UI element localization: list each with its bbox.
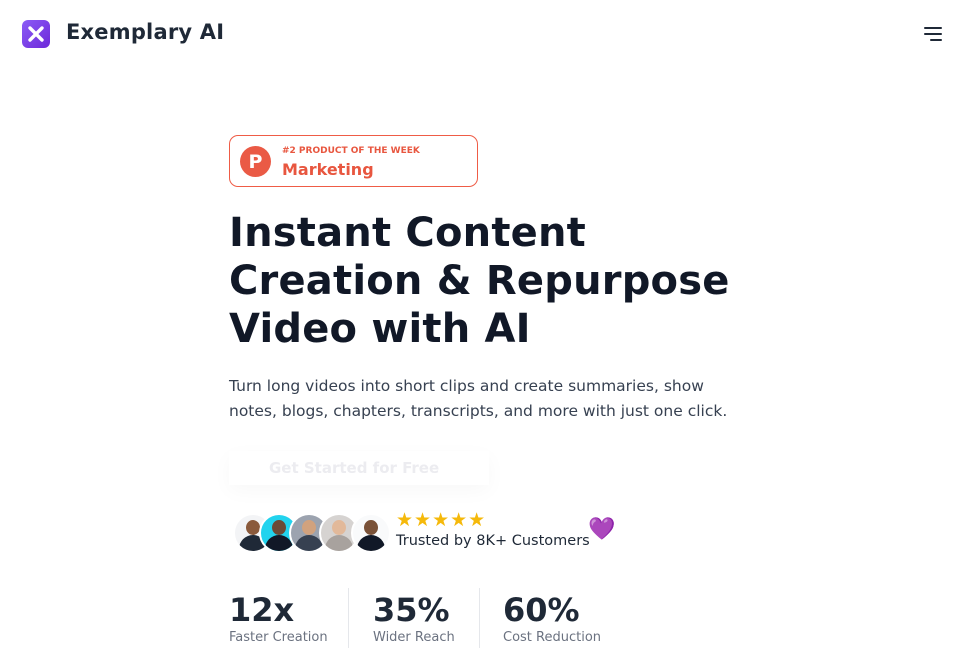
product-hunt-icon: P — [240, 146, 271, 177]
stat-value: 35% — [373, 591, 450, 629]
get-started-button[interactable]: Get Started for Free — [229, 451, 489, 485]
stat-divider — [479, 588, 480, 648]
trusted-text: Trusted by 8K+ Customers — [396, 533, 590, 549]
stat-wider-reach: 35% Wider Reach — [373, 590, 455, 645]
menu-icon — [924, 27, 942, 29]
menu-icon-line — [930, 39, 942, 41]
badge-kicker: #2 PRODUCT OF THE WEEK — [282, 146, 420, 156]
stat-value: 60% — [503, 591, 580, 629]
avatar — [351, 513, 391, 553]
menu-icon-line — [924, 33, 942, 35]
product-hunt-badge[interactable]: P #2 PRODUCT OF THE WEEK Marketing — [229, 135, 478, 187]
hero-subtitle: Turn long videos into short clips and cr… — [229, 377, 728, 420]
rating-stars: ★★★★★ — [396, 509, 487, 531]
logo-icon[interactable] — [22, 20, 50, 48]
stat-cost-reduction: 60% Cost Reduction — [503, 590, 601, 645]
stat-divider — [348, 588, 349, 648]
menu-button[interactable] — [918, 22, 946, 46]
badge-category: Marketing — [282, 160, 374, 179]
stat-label: Faster Creation — [229, 630, 328, 645]
page-title: Instant Content Creation & Repurpose Vid… — [229, 210, 730, 352]
stat-faster-creation: 12x Faster Creation — [229, 590, 328, 645]
brand-name[interactable]: Exemplary AI — [66, 20, 224, 44]
stat-label: Wider Reach — [373, 630, 455, 645]
customer-avatars — [233, 513, 393, 553]
stat-label: Cost Reduction — [503, 630, 602, 645]
purple-heart-icon: 💜 — [588, 517, 616, 542]
x-mark-icon — [28, 26, 44, 42]
stat-value: 12x — [229, 591, 295, 629]
